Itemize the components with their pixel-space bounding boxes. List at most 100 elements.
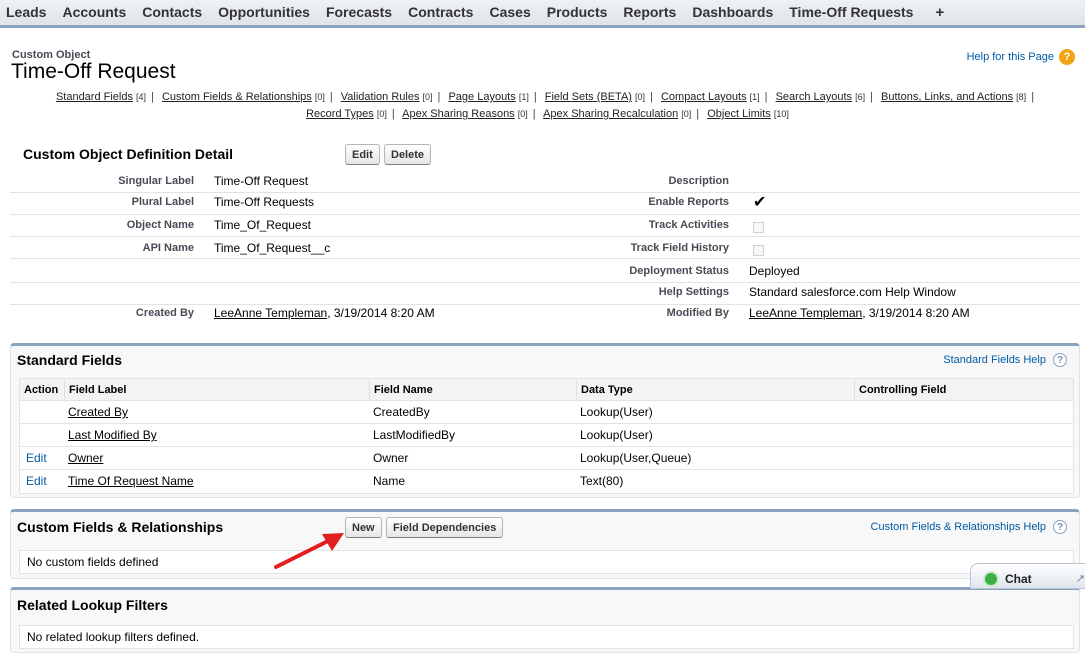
row-edit-link[interactable]: Edit (26, 451, 47, 465)
row-action: Edit (22, 470, 47, 493)
quick-link-custom-fields[interactable]: Custom Fields & Relationships (162, 91, 312, 103)
quick-link-field-sets[interactable]: Field Sets (BETA) (545, 91, 632, 103)
help-question-icon[interactable]: ? (1053, 520, 1067, 534)
help-for-page-link[interactable]: Help for this Page (967, 51, 1054, 63)
lookup-filters-empty-message: No related lookup filters defined. (19, 625, 1074, 649)
red-arrow-icon (274, 533, 344, 569)
column-header-data-type: Data Type (576, 379, 854, 401)
tab-products[interactable]: Products (539, 0, 616, 25)
tab-reports[interactable]: Reports (615, 0, 684, 25)
singular-label-value: Time-Off Request (214, 174, 309, 188)
api-name-value: Time_Of_Request__c (214, 241, 331, 255)
row-action (22, 424, 26, 447)
detail-row-6: Help Settings Standard salesforce.com He… (10, 283, 1080, 305)
help-question-icon[interactable]: ? (1053, 353, 1067, 367)
quick-link-object-limits[interactable]: Object Limits (707, 108, 771, 120)
tab-accounts[interactable]: Accounts (54, 0, 134, 25)
detail-row-1: Singular Label Time-Off Request Descript… (10, 171, 1080, 193)
detail-row-3: Object Name Time_Of_Request Track Activi… (10, 215, 1080, 237)
plural-label-label: Plural Label (131, 196, 194, 208)
new-custom-field-button[interactable]: New (345, 517, 382, 538)
row-controlling-field (854, 447, 858, 470)
quick-link-apex-sharing-reasons[interactable]: Apex Sharing Reasons (402, 108, 515, 120)
tab-leads[interactable]: Leads (0, 0, 54, 25)
edit-button[interactable]: Edit (345, 144, 380, 165)
modified-by-user-link[interactable]: LeeAnne Templeman (749, 306, 862, 320)
column-header-field-label: Field Label (64, 379, 369, 401)
delete-button[interactable]: Delete (384, 144, 432, 165)
tab-contacts[interactable]: Contacts (134, 0, 210, 25)
singular-label-label: Singular Label (118, 175, 194, 187)
plural-label-value: Time-Off Requests (214, 195, 315, 209)
row-data-type: Text(80) (580, 474, 624, 488)
quick-link-buttons-links-actions[interactable]: Buttons, Links, and Actions (881, 91, 1013, 103)
created-by-user-link[interactable]: LeeAnne Templeman (214, 306, 327, 320)
tab-forecasts[interactable]: Forecasts (318, 0, 400, 25)
top-tab-bar: Leads Accounts Contacts Opportunities Fo… (0, 0, 1085, 28)
field-dependencies-button[interactable]: Field Dependencies (386, 517, 504, 538)
standard-fields-panel: Standard Fields Standard Fields Help ? A… (10, 343, 1080, 498)
help-settings-value: Standard salesforce.com Help Window (749, 285, 956, 299)
standard-fields-help: Standard Fields Help ? (943, 353, 1067, 367)
modified-by-value: LeeAnne Templeman, 3/19/2014 8:20 AM (749, 306, 970, 320)
row-field-label: Last Modified By (64, 424, 157, 447)
quick-link-compact-layouts[interactable]: Compact Layouts (661, 91, 747, 103)
column-header-action: Action (24, 384, 59, 396)
row-field-label: Owner (64, 447, 103, 470)
chat-widget[interactable]: Chat ↗ (970, 563, 1085, 589)
api-name-label: API Name (142, 242, 194, 254)
standard-fields-help-link[interactable]: Standard Fields Help (943, 354, 1046, 366)
detail-row-5: Deployment Status Deployed (10, 261, 1080, 283)
field-label-link[interactable]: Owner (68, 451, 103, 465)
quick-link-record-types[interactable]: Record Types (306, 108, 374, 120)
tab-opportunities[interactable]: Opportunities (210, 0, 318, 25)
tab-dashboards[interactable]: Dashboards (684, 0, 781, 25)
all-tabs-plus-icon[interactable]: + (921, 0, 958, 25)
row-field-name: Name (373, 474, 406, 488)
tab-time-off-requests[interactable]: Time-Off Requests (781, 0, 921, 25)
row-controlling-field (854, 424, 858, 447)
standard-fields-table: Action Field Label Field Name Data Type … (19, 378, 1074, 494)
custom-fields-panel: Custom Fields & Relationships Custom Fie… (10, 509, 1080, 579)
quick-links-row-1: Standard Fields [4] | Custom Fields & Rel… (55, 91, 1035, 103)
field-label-link[interactable]: Created By (68, 405, 128, 419)
track-activities-checkbox (753, 222, 764, 233)
column-header-controlling-field: Controlling Field (854, 379, 1075, 401)
tab-cases[interactable]: Cases (481, 0, 538, 25)
track-field-history-checkbox (753, 245, 764, 256)
quick-link-page-layouts[interactable]: Page Layouts (448, 91, 515, 103)
custom-fields-help-link[interactable]: Custom Fields & Relationships Help (871, 521, 1046, 533)
row-data-type: Lookup(User) (580, 428, 653, 442)
object-name-value: Time_Of_Request (214, 218, 311, 232)
row-data-type: Lookup(User) (580, 405, 653, 419)
table-row: Created By CreatedBy Lookup(User) (20, 401, 1073, 424)
detail-row-2: Plural Label Time-Off Requests Enable Re… (10, 193, 1080, 215)
standard-fields-title: Standard Fields (17, 352, 123, 368)
track-field-history-label: Track Field History (630, 242, 729, 254)
row-controlling-field (854, 470, 858, 493)
tab-contracts[interactable]: Contracts (400, 0, 481, 25)
detail-row-4: API Name Time_Of_Request__c Track Field … (10, 237, 1080, 259)
quick-links-row-2: Record Types [0] | Apex Sharing Reasons [… (306, 108, 789, 120)
quick-link-apex-sharing-recalculation[interactable]: Apex Sharing Recalculation (543, 108, 678, 120)
row-field-name: Owner (373, 451, 409, 465)
quick-link-search-layouts[interactable]: Search Layouts (776, 91, 852, 103)
row-edit-link[interactable]: Edit (26, 474, 47, 488)
deployment-status-label: Deployment Status (629, 265, 729, 277)
description-label: Description (668, 175, 729, 187)
chat-label: Chat (1005, 572, 1032, 586)
field-label-link[interactable]: Time Of Request Name (68, 474, 194, 488)
row-field-name: CreatedBy (373, 405, 430, 419)
quick-link-standard-fields[interactable]: Standard Fields (56, 91, 133, 103)
chat-popout-icon[interactable]: ↗ (1076, 572, 1085, 585)
chat-status-icon (985, 573, 997, 585)
page-title: Time-Off Request (11, 60, 176, 83)
quick-link-validation-rules[interactable]: Validation Rules (341, 91, 420, 103)
lookup-filters-panel: Related Lookup Filters No related lookup… (10, 587, 1080, 653)
object-name-label: Object Name (126, 219, 194, 231)
detail-row-7: Created By LeeAnne Templeman, 3/19/2014 … (10, 304, 1080, 326)
field-label-link[interactable]: Last Modified By (68, 428, 157, 442)
custom-fields-help: Custom Fields & Relationships Help ? (871, 520, 1067, 534)
column-header-field-name: Field Name (369, 379, 576, 401)
help-question-icon[interactable]: ? (1059, 49, 1075, 65)
